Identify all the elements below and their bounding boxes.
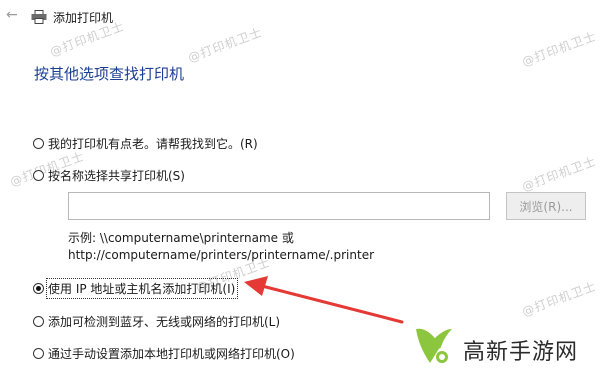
brand-logo-icon: [416, 328, 452, 363]
watermark: @打印机卫士: [520, 279, 599, 319]
option-manual-setup[interactable]: 通过手动设置添加本地打印机或网络打印机(O): [33, 345, 295, 362]
watermark: @打印机卫士: [520, 154, 599, 194]
radio-button-selected[interactable]: [33, 283, 44, 294]
watermark: @打印机卫士: [520, 29, 599, 69]
option-ip-address[interactable]: 使用 IP 地址或主机名添加打印机(I): [33, 278, 239, 299]
example-line: 示例: \\computername\printername 或: [68, 231, 294, 245]
radio-button[interactable]: [33, 316, 44, 327]
window-title: 添加打印机: [53, 11, 114, 25]
back-arrow-icon[interactable]: ←: [6, 8, 20, 22]
option-label: 添加可检测到蓝牙、无线或网络的打印机(L): [48, 315, 281, 329]
radio-button[interactable]: [33, 348, 44, 359]
option-label: 通过手动设置添加本地打印机或网络打印机(O): [48, 347, 295, 361]
option-label: 使用 IP 地址或主机名添加打印机(I): [45, 278, 239, 299]
radio-button[interactable]: [33, 138, 44, 149]
option-old-printer[interactable]: 我的打印机有点老。请帮我找到它。(R): [33, 135, 258, 152]
printer-icon: [31, 10, 47, 24]
brand-name: 高新手游网: [463, 340, 579, 365]
shared-printer-name-input[interactable]: [68, 192, 490, 220]
option-label: 我的打印机有点老。请帮我找到它。(R): [48, 137, 258, 151]
radio-button[interactable]: [33, 170, 44, 181]
example-text: 示例: \\computername\printername 或 http://…: [68, 230, 374, 264]
browse-button[interactable]: 浏览(R)...: [506, 192, 586, 220]
page-heading: 按其他选项查找打印机: [34, 65, 185, 83]
example-line: http://computername/printers/printername…: [68, 248, 375, 262]
option-label: 按名称选择共享打印机(S): [48, 169, 185, 183]
option-bluetooth-wireless[interactable]: 添加可检测到蓝牙、无线或网络的打印机(L): [33, 313, 280, 330]
watermark: @打印机卫士: [186, 25, 265, 65]
option-shared-printer[interactable]: 按名称选择共享打印机(S): [33, 167, 185, 184]
